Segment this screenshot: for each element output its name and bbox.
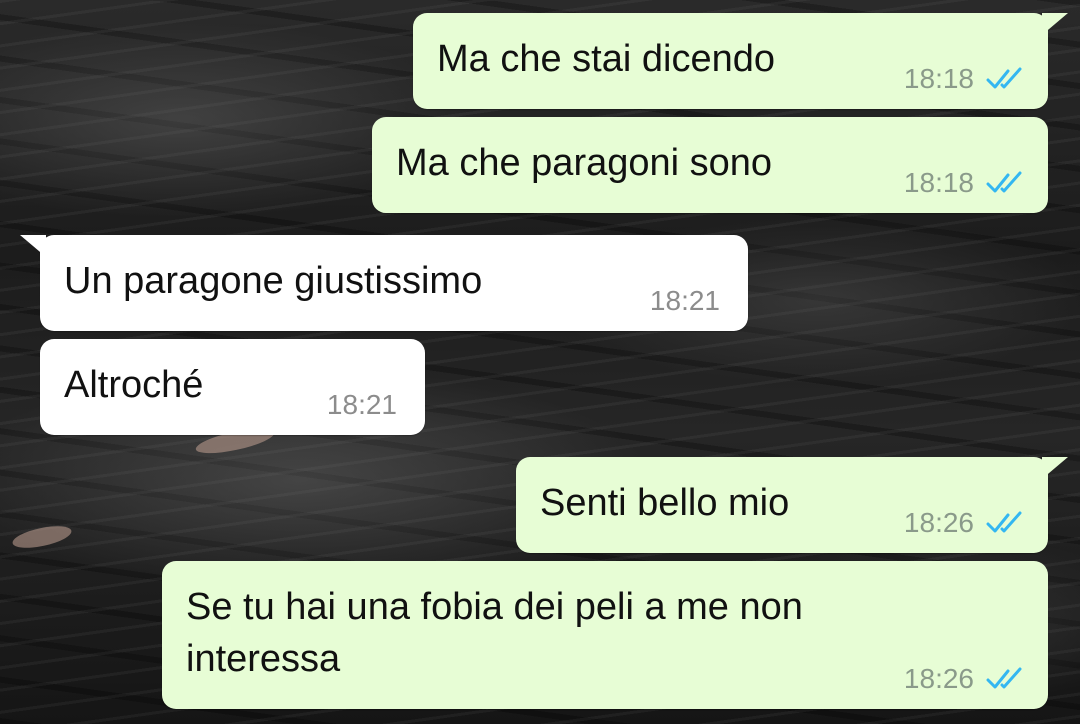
message-meta: 18:18 [904,63,1026,95]
message-text: Se tu hai una fobia dei peli a me non in… [186,586,803,680]
message-bubble-outgoing[interactable]: Senti bello mio 18:26 [516,457,1068,553]
message-meta: 18:26 [904,663,1026,695]
double-check-icon [986,171,1022,193]
double-check-icon [986,667,1022,689]
message-bubble-incoming[interactable]: Altroché 18:21 [40,339,425,435]
message-time: 18:21 [326,389,397,420]
bubble-tail [1042,457,1068,479]
message-time: 18:21 [649,285,720,316]
message-text: Senti bello mio [540,482,790,524]
message-bubble-outgoing[interactable]: Ma che stai dicendo 18:18 [413,13,1068,109]
message-meta: 18:26 [904,507,1026,539]
bubble-tail [1042,13,1068,35]
message-bubble-outgoing[interactable]: Se tu hai una fobia dei peli a me non in… [162,561,1048,709]
message-meta: 18:18 [904,167,1026,199]
message-meta: 18:21 [650,285,720,317]
message-time: 18:26 [903,507,974,538]
message-time: 18:18 [903,167,974,198]
double-check-icon [986,511,1022,533]
message-time: 18:26 [903,663,974,694]
message-text: Un paragone giustissimo [64,260,483,302]
message-text: Ma che paragoni sono [396,142,773,184]
message-bubble-incoming[interactable]: Un paragone giustissimo 18:21 [20,235,748,331]
bubble-tail [20,235,46,257]
message-text: Ma che stai dicendo [437,38,775,80]
message-meta: 18:21 [327,389,397,421]
message-bubble-outgoing[interactable]: Ma che paragoni sono 18:18 [372,117,1048,213]
message-text: Altroché [64,364,204,406]
wallpaper-leaf-decoration [10,521,74,553]
message-time: 18:18 [903,63,974,94]
double-check-icon [986,67,1022,89]
